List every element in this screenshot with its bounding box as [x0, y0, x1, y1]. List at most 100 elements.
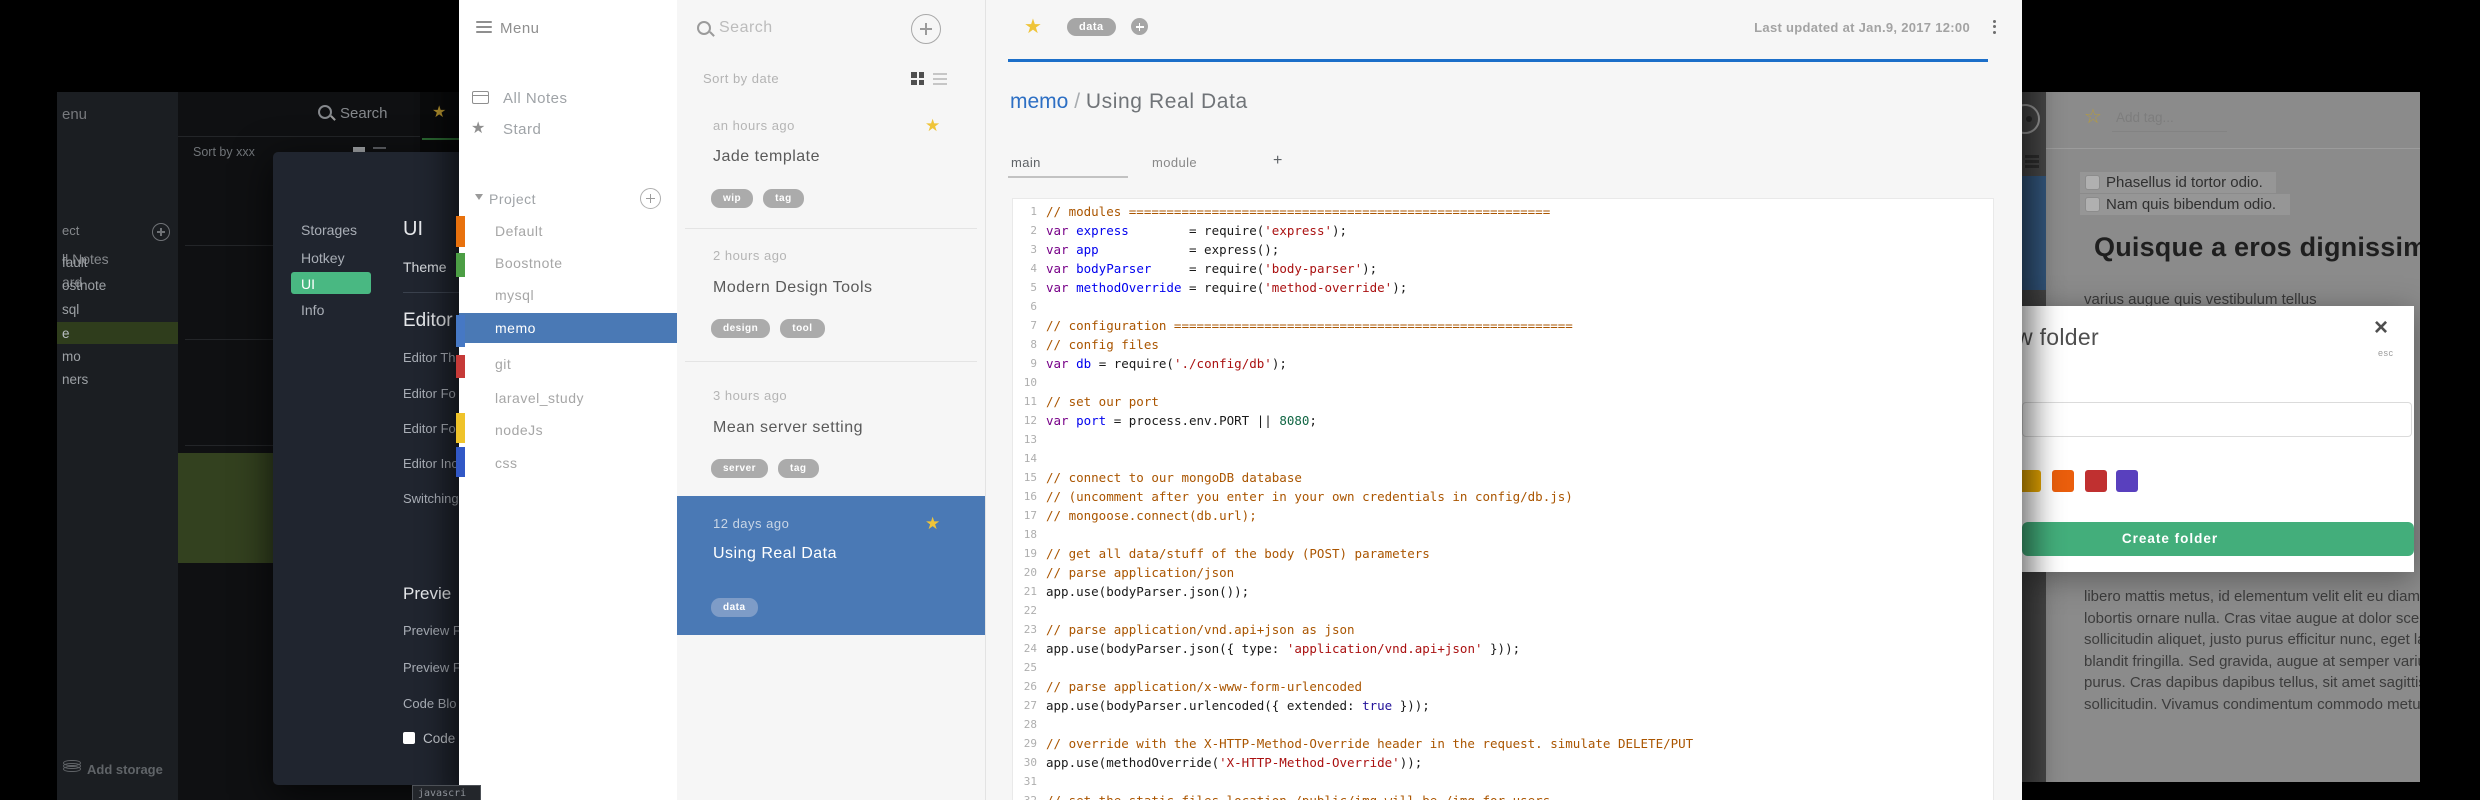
code-line[interactable]: 4 var bodyParser = require('body-parser')… [1013, 259, 1993, 278]
code-line[interactable]: 28 [1013, 715, 1993, 734]
hamburger-menu-icon[interactable] [476, 21, 492, 33]
dark-folder-item[interactable]: ners [62, 372, 88, 387]
folder-item[interactable]: Default [495, 223, 543, 239]
code-line[interactable]: 22 [1013, 601, 1993, 620]
add-tab-button[interactable]: + [1273, 152, 1282, 170]
dark-folder-item-selected[interactable]: e [57, 322, 178, 344]
dark-menu-button[interactable]: enu [62, 106, 87, 123]
menu-button[interactable]: Menu [500, 20, 540, 37]
tag-pill[interactable]: data [711, 598, 758, 617]
tag-pill[interactable]: wip [711, 189, 754, 208]
tab-module[interactable]: module [1152, 155, 1197, 170]
code-line[interactable]: 3 var app = express(); [1013, 240, 1993, 259]
code-line[interactable]: 21 app.use(bodyParser.json()); [1013, 582, 1993, 601]
tag-pill[interactable]: tag [778, 459, 819, 478]
code-line[interactable]: 23// parse application/vnd.api+json as j… [1013, 620, 1993, 639]
code-line[interactable]: 29// override with the X-HTTP-Method-Ove… [1013, 734, 1993, 753]
note-title[interactable]: Using Real Data [713, 545, 837, 563]
settings-editor-item[interactable]: Editor Fo [403, 421, 456, 436]
settings-editor-item[interactable]: Editor Inc [403, 456, 458, 471]
settings-checkbox[interactable] [403, 732, 415, 744]
note-tag-badge[interactable]: data [1067, 18, 1116, 36]
code-line[interactable]: 19// get all data/stuff of the body (POS… [1013, 544, 1993, 563]
code-line[interactable]: 32// set the static files location /publ… [1013, 791, 1993, 800]
dark-folder-item[interactable]: ostnote [62, 278, 106, 293]
checkbox[interactable] [2085, 197, 2100, 212]
code-line[interactable]: 26// parse application/x-www-form-urlenc… [1013, 677, 1993, 696]
code-line[interactable]: 2 var express = require('express'); [1013, 221, 1993, 240]
tag-pill[interactable]: tag [763, 189, 804, 208]
code-line[interactable]: 31 [1013, 772, 1993, 791]
folder-item[interactable]: laravel_study [495, 390, 584, 406]
dark-folder-item[interactable]: fault [62, 255, 88, 270]
code-line[interactable]: 17// mongoose.connect(db.url); [1013, 506, 1993, 525]
add-folder-button[interactable] [640, 188, 661, 209]
folder-name-input[interactable] [2022, 402, 2412, 437]
code-line[interactable]: 11// set our port [1013, 392, 1993, 411]
code-line[interactable]: 9 var db = require('./config/db'); [1013, 354, 1993, 373]
code-line[interactable]: 20// parse application/json [1013, 563, 1993, 582]
note-title[interactable]: Jade template [713, 148, 820, 166]
secondary-list-view-icon[interactable] [2025, 155, 2039, 168]
folder-color-swatch[interactable] [2052, 470, 2074, 492]
grid-view-icon[interactable] [911, 72, 924, 85]
search-input[interactable]: Search [719, 19, 773, 37]
dark-sort-selector[interactable]: Sort by xxx [193, 145, 255, 159]
note-star-icon[interactable]: ★ [925, 116, 940, 136]
note-title[interactable]: Modern Design Tools [713, 279, 873, 297]
dark-project-header[interactable]: ect [62, 223, 79, 238]
code-line[interactable]: 24 app.use(bodyParser.json({ type: 'appli… [1013, 639, 1993, 658]
list-view-icon[interactable] [933, 73, 947, 85]
code-line[interactable]: 8// config files [1013, 335, 1993, 354]
code-editor[interactable]: 1// modules ============================… [1012, 198, 1994, 800]
dark-search-input[interactable]: Search [340, 105, 388, 122]
close-icon[interactable]: × [2374, 314, 2388, 342]
dark-note-star-icon[interactable]: ★ [432, 102, 446, 122]
sidebar-item-all-notes[interactable]: All Notes [503, 90, 568, 107]
code-line[interactable]: 10 [1013, 373, 1993, 392]
tag-pill[interactable]: server [711, 459, 769, 478]
code-line[interactable]: 18 [1013, 525, 1993, 544]
secondary-star-icon[interactable]: ☆ [2084, 104, 2102, 129]
settings-menu-item[interactable]: Hotkey [301, 250, 345, 266]
dark-folder-item[interactable]: sql [62, 302, 79, 317]
project-header[interactable]: Project [489, 191, 536, 207]
settings-editor-item[interactable]: Editor Fo [403, 386, 456, 401]
checkbox[interactable] [2085, 175, 2100, 190]
code-line[interactable]: 7// configuration ======================… [1013, 316, 1993, 335]
folder-item-selected[interactable] [459, 313, 677, 343]
folder-item[interactable]: nodeJs [495, 422, 543, 438]
code-line[interactable]: 1// modules ============================… [1013, 202, 1993, 221]
code-line[interactable]: 15// connect to our mongoDB database [1013, 468, 1993, 487]
settings-editor-item[interactable]: Switching [403, 491, 459, 506]
tab-main[interactable]: main [1011, 155, 1041, 170]
secondary-selected-note[interactable] [2022, 176, 2046, 290]
code-line[interactable]: 5 var methodOverride = require('method-ov… [1013, 278, 1993, 297]
add-storage-button[interactable]: Add storage [87, 762, 163, 777]
secondary-new-note-button[interactable] [2022, 104, 2040, 134]
code-line[interactable]: 25 [1013, 658, 1993, 677]
note-title[interactable]: Mean server setting [713, 419, 863, 437]
sidebar-item-starred[interactable]: Stard [503, 121, 541, 138]
code-line[interactable]: 12 var port = process.env.PORT || 8080; [1013, 411, 1993, 430]
note-star-icon[interactable]: ★ [925, 514, 940, 534]
folder-item[interactable]: Boostnote [495, 255, 563, 271]
folder-item[interactable]: git [495, 356, 511, 372]
note-title[interactable]: Using Real Data [1086, 90, 1248, 113]
note-options-icon[interactable] [1993, 17, 1996, 36]
project-collapse-icon[interactable] [475, 194, 483, 200]
folder-item[interactable]: mysql [495, 287, 534, 303]
folder-color-swatch[interactable] [2022, 470, 2041, 492]
settings-preview-item[interactable]: Preview F [403, 660, 461, 675]
settings-preview-item[interactable]: Code Blo [403, 696, 456, 711]
tag-pill[interactable]: tool [780, 319, 825, 338]
folder-color-swatch[interactable] [2085, 470, 2107, 492]
code-line[interactable]: 14 [1013, 449, 1993, 468]
code-line[interactable]: 16// (uncomment after you enter in your … [1013, 487, 1993, 506]
code-line[interactable]: 27 app.use(bodyParser.urlencoded({ extend… [1013, 696, 1993, 715]
folder-item[interactable]: css [495, 455, 518, 471]
sort-selector[interactable]: Sort by date [703, 71, 779, 86]
code-line[interactable]: 6 [1013, 297, 1993, 316]
code-line[interactable]: 30 app.use(methodOverride('X-HTTP-Method-… [1013, 753, 1993, 772]
note-star-toggle[interactable]: ★ [1024, 14, 1042, 39]
